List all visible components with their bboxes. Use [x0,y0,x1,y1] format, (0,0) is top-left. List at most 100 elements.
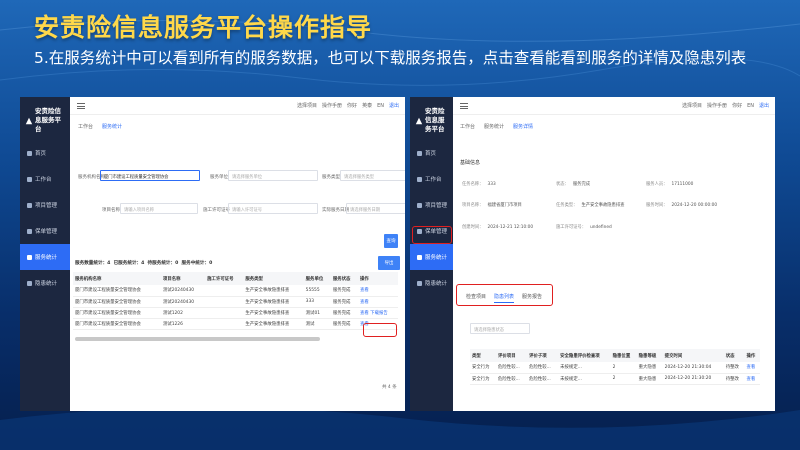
view-link[interactable]: 查看 [360,300,369,305]
info-field: 项目名称： 福建省厦门市项目 [462,202,522,208]
table-cell: 危险性较... [527,373,559,385]
info-key: 状态： [556,182,569,187]
workbench-icon [417,176,422,182]
stat-ongoing: 服务中统计：0 [181,261,213,266]
brand-name: 英泰 [362,103,373,109]
unit-select[interactable]: 请选择服务单位 [228,170,318,181]
sidebar-item[interactable]: 工作台 [410,166,453,192]
info-key: 服务时间： [646,203,668,208]
sidebar-item-label: 项目管理 [35,203,58,209]
table-scrollbar[interactable] [75,337,320,341]
service-date-picker[interactable]: 请选择服务日期 [346,203,405,214]
info-key: 施工许可证号： [556,225,587,230]
tab-workbench[interactable]: 工作台 [460,123,475,130]
info-field: 任务类型： 生产安全事故隐患排查 [556,202,624,208]
tab-service-stats[interactable]: 服务统计 [102,123,122,130]
table-row: 厦门市建设工程质量安全管理协会 测试1226 生产安全事故隐患排查 测试 服务完成 查看 [73,318,398,330]
download-report-link[interactable]: 下载报告 [370,311,388,316]
search-button[interactable]: 查询 [384,234,398,248]
sidebar-menu: 首页工作台项目管理保单管理服务统计隐患统计 [20,140,70,296]
view-link[interactable]: 查看 [744,362,760,374]
sidebar-item[interactable]: 服务统计 [410,244,453,270]
project-name-input[interactable]: 请输入项目名称 [120,203,198,214]
table-cell: 2024-12-20 21:30:04 [662,362,724,374]
service-type-select[interactable]: 请选择服务类型 [340,170,405,181]
menu-icon[interactable] [77,102,85,109]
language-switch[interactable]: EN [747,103,754,109]
stat-pending: 待服务统计：0 [147,261,179,266]
sidebar-item-label: 服务统计 [35,255,58,261]
table-cell: 测试1202 [160,307,206,319]
sidebar-item[interactable]: 项目管理 [410,192,453,218]
manual-link[interactable]: 操作手册 [707,102,727,109]
unit-label: 服务单位 [210,175,228,180]
column-header: 服务状态 [330,272,358,285]
table-cell [205,285,244,297]
column-header: 服务机构名称 [73,272,161,285]
info-value: 2024-12-20 00:00:00 [671,203,718,208]
table-cell-actions: 查看 下载报告 [357,307,398,319]
column-header: 操作 [357,272,398,285]
column-header: 类型 [470,349,497,362]
hazard-icon [417,280,422,286]
permit-input[interactable]: 请输入许可证号 [228,203,318,214]
column-header: 提交时间 [662,349,724,362]
table-cell: 测试 [303,318,331,330]
service-detail-screenshot: 安责险信息服务平台 首页 工作台 项目管理 保单管理 服务统计 隐患统计 选择项目 操作手… [410,97,775,411]
table-cell: 服务完成 [330,307,358,319]
language-switch[interactable]: EN [377,103,384,109]
logout-link[interactable]: 退出 [389,102,399,109]
table-cell [205,307,244,319]
view-link[interactable]: 查看 [360,311,369,316]
app-logo-icon [415,117,423,124]
info-key: 创建时间： [462,225,484,230]
view-link[interactable]: 查看 [744,373,760,385]
hazard-status-select[interactable]: 请选择隐患状态 [470,323,530,334]
info-key: 服务人员： [646,182,668,187]
logout-link[interactable]: 退出 [759,102,769,109]
table-cell: 测试01 [303,307,331,319]
info-field: 任务名称： 333 [462,181,496,187]
org-select[interactable]: 厦门市建设工程质量安全管理协会 [100,170,200,181]
sidebar-item[interactable]: 隐患统计 [410,270,453,296]
tab-service-stats[interactable]: 服务统计 [484,123,504,130]
info-key: 任务名称： [462,182,484,187]
sidebar-item[interactable]: 工作台 [20,166,70,192]
sidebar-item[interactable]: 项目管理 [20,192,70,218]
menu-icon[interactable] [460,102,468,109]
select-project-link[interactable]: 选择项目 [297,102,317,109]
user-greeting[interactable]: 你好 [347,102,357,109]
select-project-link[interactable]: 选择项目 [682,102,702,109]
table-cell: 未按规定... [558,362,611,374]
service-stats-screenshot: 安责险信息服务平台 首页 工作台 项目管理 保单管理 服务统计 隐患统计 选择项目 操作手… [20,97,405,411]
column-header: 隐患位置 [610,349,637,362]
sidebar-item-label: 服务统计 [425,255,448,261]
sidebar-item[interactable]: 保单管理 [20,218,70,244]
info-field: 服务时间： 2024-12-20 00:00:00 [646,202,717,208]
app-logo-icon [25,117,33,124]
sidebar-item[interactable]: 服务统计 [20,244,70,270]
sidebar-item[interactable]: 隐患统计 [20,270,70,296]
app-title: 安责险信息服务平台 [425,107,445,133]
sidebar-item[interactable]: 首页 [410,140,453,166]
tab-workbench[interactable]: 工作台 [78,123,93,130]
table-cell: 333 [303,296,331,308]
table-cell: 服务完成 [330,296,358,308]
export-button[interactable]: 导出 [378,256,400,270]
table-cell-actions: 查看 [357,296,398,308]
manual-link[interactable]: 操作手册 [322,102,342,109]
tab-service-detail[interactable]: 服务详情 [513,123,533,130]
table-cell: 厦门市建设工程质量安全管理协会 [73,318,161,330]
permit-label: 施工许可证号 [203,208,230,213]
table-cell: 测试20240430 [160,296,206,308]
home-icon [27,150,32,156]
info-key: 任务类型： [556,203,578,208]
view-link[interactable]: 查看 [360,288,369,293]
user-greeting[interactable]: 你好 [732,102,742,109]
table-cell: 厦门市建设工程质量安全管理协会 [73,285,161,297]
info-value: 2024-12-21 12:10:00 [487,225,534,230]
breadcrumb-tabs: 工作台 服务统计 [78,123,122,130]
sidebar-item-label: 工作台 [35,177,52,183]
table-cell: 2 [610,373,637,385]
sidebar-item[interactable]: 首页 [20,140,70,166]
